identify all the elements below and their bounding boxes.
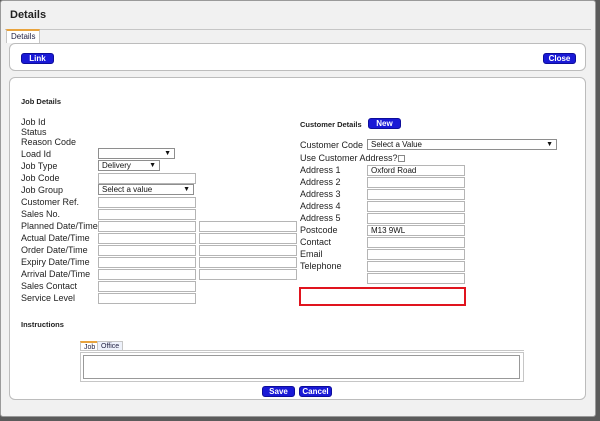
cancel-button[interactable]: Cancel bbox=[299, 386, 332, 397]
arrival-date-time-label: Arrival Date/Time bbox=[21, 269, 91, 279]
order-time-input[interactable] bbox=[199, 245, 297, 256]
job-type-label: Job Type bbox=[21, 161, 58, 171]
highlight-box bbox=[299, 287, 466, 306]
link-button[interactable]: Link bbox=[21, 53, 54, 64]
actual-time-input[interactable] bbox=[199, 233, 297, 244]
contact-label: Contact bbox=[300, 237, 332, 247]
address4-label: Address 4 bbox=[300, 201, 341, 211]
address2-input[interactable] bbox=[367, 177, 465, 188]
telephone-input[interactable] bbox=[367, 261, 465, 272]
section-title-job-details: Job Details bbox=[21, 97, 62, 106]
customer-code-select[interactable]: Select a Value ▼ bbox=[367, 139, 557, 150]
order-date-time-label: Order Date/Time bbox=[21, 245, 88, 255]
expiry-date-time-label: Expiry Date/Time bbox=[21, 257, 90, 267]
address5-label: Address 5 bbox=[300, 213, 341, 223]
job-group-select[interactable]: Select a value ▼ bbox=[98, 184, 194, 195]
status-label: Status bbox=[21, 127, 47, 137]
actual-date-time-label: Actual Date/Time bbox=[21, 233, 90, 243]
address1-input[interactable]: Oxford Road bbox=[367, 165, 465, 176]
customer-code-value: Select a Value bbox=[371, 140, 422, 149]
customer-code-label: Customer Code bbox=[300, 140, 364, 150]
customer-details-heading: Customer Details bbox=[300, 120, 362, 129]
tab-office[interactable]: Office bbox=[97, 341, 124, 350]
sales-no-label: Sales No. bbox=[21, 209, 61, 219]
service-level-input[interactable] bbox=[98, 293, 196, 304]
tab-details[interactable]: Details bbox=[6, 29, 41, 43]
use-customer-address-label: Use Customer Address? bbox=[300, 153, 398, 163]
address2-label: Address 2 bbox=[300, 177, 341, 187]
arrival-time-input[interactable] bbox=[199, 269, 297, 280]
arrival-date-input[interactable] bbox=[98, 269, 196, 280]
job-group-value: Select a value bbox=[102, 185, 153, 194]
telephone-label: Telephone bbox=[300, 261, 342, 271]
job-group-label: Job Group bbox=[21, 185, 64, 195]
job-type-select[interactable]: Delivery ▼ bbox=[98, 160, 160, 171]
service-level-label: Service Level bbox=[21, 293, 76, 303]
extra-input[interactable] bbox=[367, 273, 465, 284]
postcode-input[interactable]: M13 9WL bbox=[367, 225, 465, 236]
job-code-label: Job Code bbox=[21, 173, 60, 183]
address3-label: Address 3 bbox=[300, 189, 341, 199]
sales-contact-input[interactable] bbox=[98, 281, 196, 292]
toolbar-panel bbox=[9, 43, 586, 71]
use-customer-address-checkbox[interactable] bbox=[398, 155, 405, 162]
chevron-down-icon: ▼ bbox=[149, 162, 156, 169]
dialog-title: Details bbox=[10, 9, 47, 21]
sales-contact-label: Sales Contact bbox=[21, 281, 78, 291]
new-customer-button[interactable]: New bbox=[368, 118, 401, 129]
order-date-input[interactable] bbox=[98, 245, 196, 256]
job-type-value: Delivery bbox=[102, 161, 131, 170]
address5-input[interactable] bbox=[367, 213, 465, 224]
expiry-date-input[interactable] bbox=[98, 257, 196, 268]
customer-ref-label: Customer Ref. bbox=[21, 197, 80, 207]
chevron-down-icon: ▼ bbox=[164, 150, 171, 157]
planned-date-input[interactable] bbox=[98, 221, 196, 232]
sales-no-input[interactable] bbox=[98, 209, 196, 220]
reason-code-label: Reason Code bbox=[21, 137, 77, 147]
load-id-select[interactable]: ▼ bbox=[98, 148, 175, 159]
job-id-label: Job Id bbox=[21, 117, 46, 127]
save-button[interactable]: Save bbox=[262, 386, 295, 397]
email-input[interactable] bbox=[367, 249, 465, 260]
customer-ref-input[interactable] bbox=[98, 197, 196, 208]
instructions-textarea[interactable] bbox=[83, 355, 520, 379]
load-id-label: Load Id bbox=[21, 149, 52, 159]
expiry-time-input[interactable] bbox=[199, 257, 297, 268]
job-code-input[interactable] bbox=[98, 173, 196, 184]
planned-date-time-label: Planned Date/Time bbox=[21, 221, 98, 231]
address3-input[interactable] bbox=[367, 189, 465, 200]
contact-input[interactable] bbox=[367, 237, 465, 248]
chevron-down-icon: ▼ bbox=[183, 186, 190, 193]
chevron-down-icon: ▼ bbox=[546, 141, 553, 148]
planned-time-input[interactable] bbox=[199, 221, 297, 232]
email-label: Email bbox=[300, 249, 323, 259]
postcode-label: Postcode bbox=[300, 225, 338, 235]
actual-date-input[interactable] bbox=[98, 233, 196, 244]
address4-input[interactable] bbox=[367, 201, 465, 212]
tab-strip-line bbox=[5, 29, 591, 30]
instructions-heading: Instructions bbox=[21, 320, 64, 329]
close-button[interactable]: Close bbox=[543, 53, 576, 64]
instructions-tab-line bbox=[80, 350, 524, 351]
address1-label: Address 1 bbox=[300, 165, 341, 175]
